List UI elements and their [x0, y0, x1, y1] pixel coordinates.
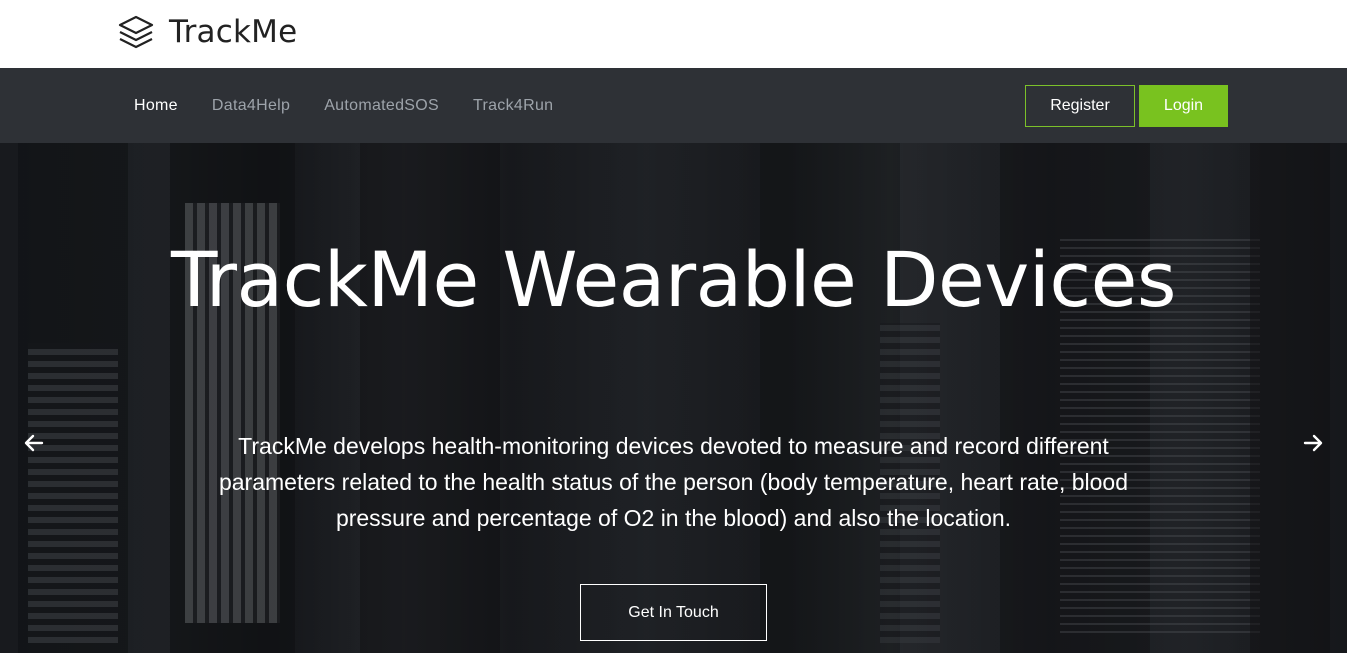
hero-title: TrackMe Wearable Devices	[171, 235, 1176, 324]
nav-item-track4run[interactable]: Track4Run	[456, 97, 570, 115]
arrow-right-icon[interactable]	[1301, 431, 1325, 455]
login-button[interactable]: Login	[1139, 85, 1228, 127]
brand-bar: TrackMe	[0, 0, 1347, 68]
nav-actions: Register Login	[1025, 85, 1228, 127]
layers-icon	[118, 15, 154, 49]
nav-item-automatedsos[interactable]: AutomatedSOS	[307, 97, 456, 115]
nav-links: Home Data4Help AutomatedSOS Track4Run	[117, 68, 570, 143]
nav-item-data4help[interactable]: Data4Help	[195, 97, 307, 115]
register-button[interactable]: Register	[1025, 85, 1135, 127]
nav-item-home[interactable]: Home	[117, 97, 195, 115]
brand-logo[interactable]: TrackMe	[117, 12, 297, 52]
brand-name: TrackMe	[169, 14, 298, 50]
hero-carousel: TrackMe Wearable Devices TrackMe develop…	[0, 143, 1347, 653]
get-in-touch-button[interactable]: Get In Touch	[580, 584, 767, 641]
arrow-left-icon[interactable]	[22, 431, 46, 455]
hero-description: TrackMe develops health-monitoring devic…	[218, 433, 1129, 531]
main-navbar: Home Data4Help AutomatedSOS Track4Run Re…	[0, 68, 1347, 143]
